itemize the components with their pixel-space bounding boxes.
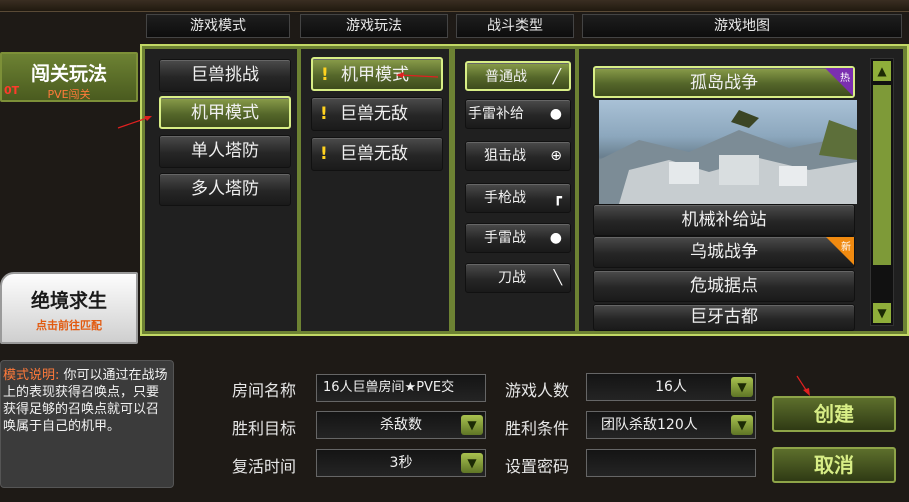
annotation-arrow-play — [399, 74, 439, 78]
annotation-arrow-mode — [117, 116, 151, 129]
annotation-arrows — [117, 72, 810, 396]
